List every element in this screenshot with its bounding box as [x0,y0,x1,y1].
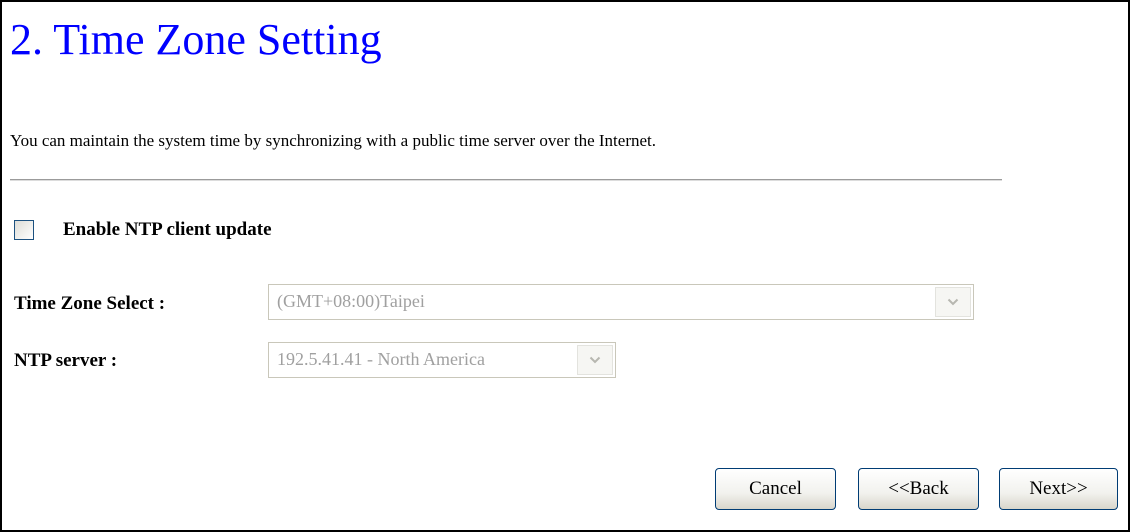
cancel-button[interactable]: Cancel [715,468,836,510]
enable-ntp-checkbox[interactable] [14,220,34,240]
ntp-server-select[interactable]: 192.5.41.41 - North America [268,342,616,378]
time-zone-select[interactable]: (GMT+08:00)Taipei [268,284,974,320]
next-button[interactable]: Next>> [999,468,1118,510]
time-zone-label: Time Zone Select : [14,293,166,314]
chevron-down-icon [947,298,959,306]
enable-ntp-label[interactable]: Enable NTP client update [63,218,272,242]
time-zone-dropdown-button[interactable] [935,287,971,317]
chevron-down-icon [589,356,601,364]
ntp-server-dropdown-button[interactable] [577,345,613,375]
back-button[interactable]: <<Back [858,468,979,510]
ntp-server-label: NTP server : [14,350,118,371]
divider [10,179,1002,181]
time-zone-value: (GMT+08:00)Taipei [277,291,425,311]
page-description: You can maintain the system time by sync… [10,131,657,150]
enable-ntp-row: Enable NTP client update [14,217,272,243]
ntp-server-value: 192.5.41.41 - North America [277,349,485,369]
wizard-panel: 2. Time Zone Setting You can maintain th… [0,0,1130,532]
page-title: 2. Time Zone Setting [10,15,382,64]
